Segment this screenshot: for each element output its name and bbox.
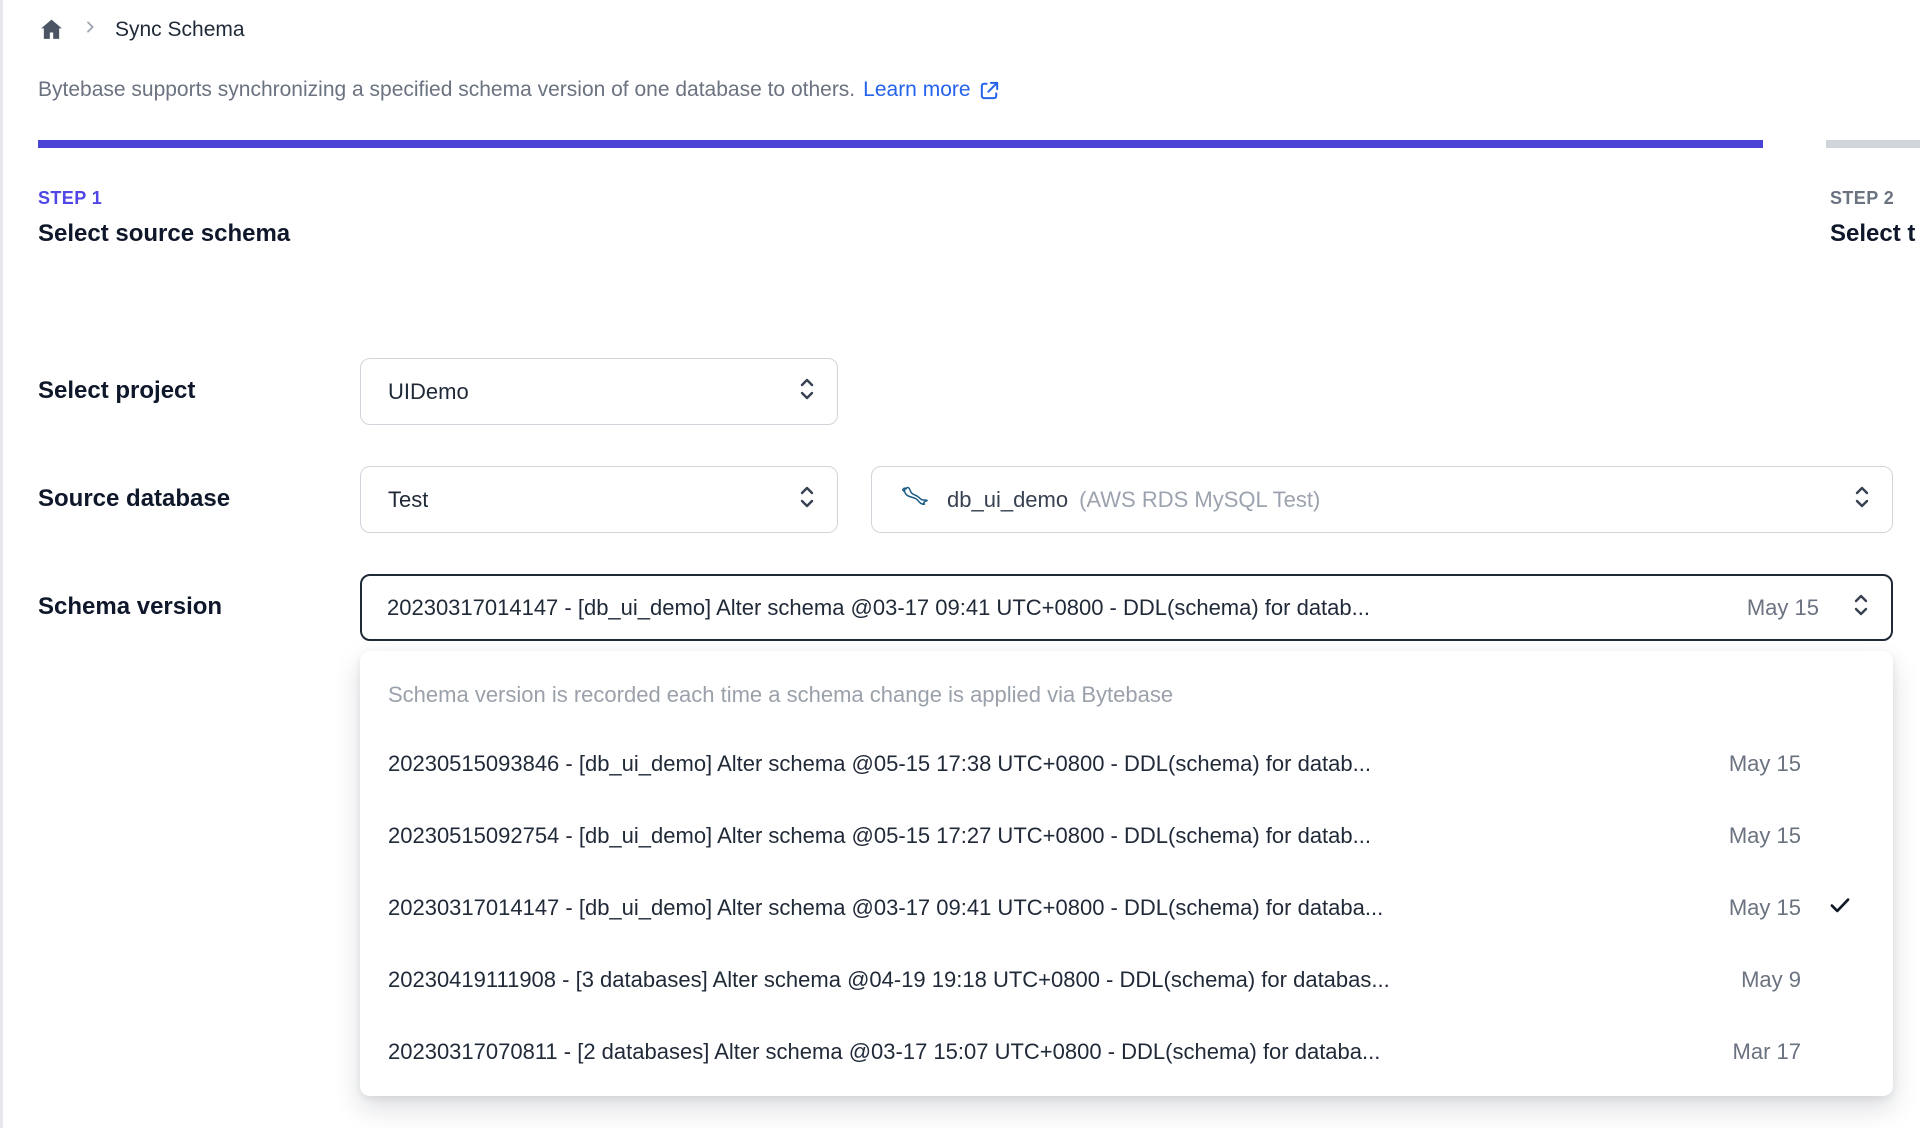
step-2-eyebrow: STEP 2: [1830, 188, 1895, 208]
breadcrumb: Sync Schema: [38, 16, 245, 43]
option-text: 20230515093846 - [db_ui_demo] Alter sche…: [388, 751, 1371, 776]
schema-version-select-date: May 15: [1746, 594, 1819, 620]
schema-version-select[interactable]: 20230317014147 - [db_ui_demo] Alter sche…: [360, 574, 1893, 641]
environment-select[interactable]: Test: [360, 466, 838, 533]
select-project-label: Select project: [38, 377, 196, 404]
chevron-updown-icon: [1849, 590, 1873, 626]
schema-version-label: Schema version: [38, 593, 223, 620]
schema-version-option[interactable]: 20230419111908 - [3 databases] Alter sch…: [360, 944, 1893, 1016]
page-title: Sync Schema: [115, 17, 245, 41]
dropdown-hint: Schema version is recorded each time a s…: [388, 681, 1174, 707]
option-date: May 15: [1728, 751, 1801, 776]
option-text: 20230515092754 - [db_ui_demo] Alter sche…: [388, 823, 1371, 848]
schema-version-option[interactable]: 20230317070811 - [2 databases] Alter sch…: [360, 1016, 1893, 1088]
step-2-header: STEP 2 Select t: [1830, 188, 1915, 248]
option-text: 20230317014147 - [db_ui_demo] Alter sche…: [388, 895, 1384, 920]
option-date: Mar 17: [1732, 1039, 1801, 1064]
progress-bar-step2: [1826, 140, 1920, 148]
database-select-detail: (AWS RDS MySQL Test): [1079, 486, 1321, 512]
schema-version-select-value: 20230317014147 - [db_ui_demo] Alter sche…: [387, 594, 1370, 620]
progress-bar-step1: [38, 140, 1763, 148]
chevron-updown-icon: [1850, 482, 1874, 518]
home-icon[interactable]: [38, 16, 65, 43]
breadcrumb-chevron-icon: [82, 19, 98, 40]
page-description: Bytebase supports synchronizing a specif…: [38, 78, 1001, 102]
external-link-icon: [980, 81, 998, 99]
check-icon: [1827, 892, 1853, 924]
step-1-header: STEP 1 Select source schema: [38, 188, 290, 248]
learn-more-label: Learn more: [863, 78, 971, 101]
database-select-name: db_ui_demo: [947, 486, 1069, 512]
option-date: May 15: [1728, 895, 1801, 920]
option-text: 20230317070811 - [2 databases] Alter sch…: [388, 1039, 1381, 1064]
source-database-label: Source database: [38, 485, 231, 512]
project-select-value: UIDemo: [388, 378, 469, 404]
chevron-updown-icon: [795, 482, 819, 518]
option-text: 20230419111908 - [3 databases] Alter sch…: [388, 967, 1390, 992]
step-1-title: Select source schema: [38, 220, 291, 247]
chevron-updown-icon: [795, 374, 819, 410]
step-2-title: Select t: [1830, 220, 1916, 247]
step-1-eyebrow: STEP 1: [38, 188, 103, 208]
project-select[interactable]: UIDemo: [360, 358, 838, 425]
schema-version-dropdown: Schema version is recorded each time a s…: [360, 651, 1893, 1096]
mysql-dolphin-icon: [899, 482, 933, 518]
option-date: May 15: [1728, 823, 1801, 848]
option-date: May 9: [1741, 967, 1801, 992]
schema-version-option[interactable]: 20230515093846 - [db_ui_demo] Alter sche…: [360, 728, 1893, 800]
environment-select-value: Test: [388, 486, 429, 512]
description-text: Bytebase supports synchronizing a specif…: [38, 78, 856, 101]
learn-more-link[interactable]: Learn more: [863, 78, 1000, 102]
database-select[interactable]: db_ui_demo (AWS RDS MySQL Test): [871, 466, 1893, 533]
schema-version-option-selected[interactable]: 20230317014147 - [db_ui_demo] Alter sche…: [360, 872, 1893, 944]
schema-version-option[interactable]: 20230515092754 - [db_ui_demo] Alter sche…: [360, 800, 1893, 872]
